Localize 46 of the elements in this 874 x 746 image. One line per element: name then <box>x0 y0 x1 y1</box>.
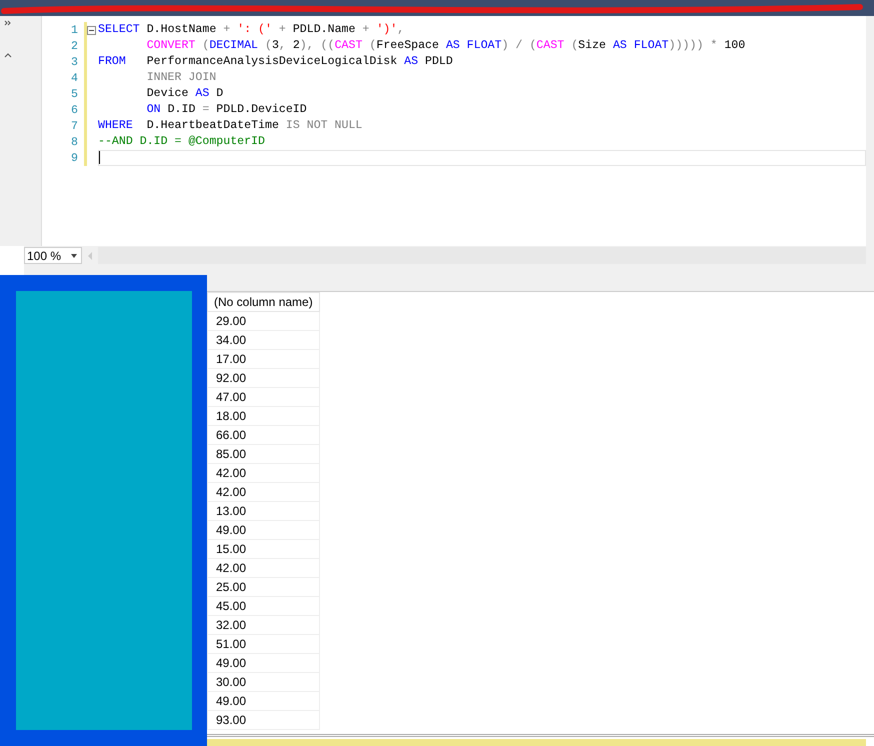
table-cell: 49.00 <box>208 654 320 672</box>
line-number: 1 <box>70 24 79 36</box>
line-number: 9 <box>70 152 79 164</box>
code-line: --AND D.ID = @ComputerID <box>98 134 265 150</box>
line-number: 4 <box>70 72 79 84</box>
code-line: SELECT D.HostName + ': (' + PDLD.Name + ')', <box>98 22 404 38</box>
line-number: 3 <box>70 56 79 68</box>
table-cell: 47.00 <box>208 388 320 406</box>
table-cell: 29.00 <box>208 312 320 330</box>
code-line: FROM PerformanceAnalysisDeviceLogicalDisk AS PDLD <box>98 54 453 70</box>
table-cell: 45.00 <box>208 596 320 616</box>
code-line: WHERE D.HeartbeatDateTime IS NOT NULL <box>98 118 362 134</box>
table-cell: 93.00 <box>208 710 320 730</box>
table-cell: 34.00 <box>208 330 320 350</box>
table-cell: 92.00 <box>208 368 320 388</box>
line-number: 5 <box>70 88 79 100</box>
line-number: 6 <box>70 104 79 116</box>
table-cell: 18.00 <box>208 406 320 426</box>
table-cell: 42.00 <box>208 464 320 482</box>
table-cell: 85.00 <box>208 444 320 464</box>
table-cell: 30.00 <box>208 672 320 692</box>
table-cell: 51.00 <box>208 634 320 654</box>
table-cell: 15.00 <box>208 540 320 558</box>
table-cell: 42.00 <box>208 558 320 578</box>
collapse-icon[interactable] <box>87 26 96 34</box>
line-number: 2 <box>70 40 79 52</box>
chevron-icon[interactable] <box>4 20 12 26</box>
table-cell: 49.00 <box>208 692 320 710</box>
caret-icon <box>71 254 77 258</box>
line-number: 8 <box>70 136 79 148</box>
table-cell: 42.00 <box>208 482 320 502</box>
table-cell: 32.00 <box>208 616 320 634</box>
code-line: CONVERT (DECIMAL (3, 2), ((CAST (FreeSpace AS FLOAT) / (CAST (Size AS FLOAT))))) * 100 <box>146 38 746 54</box>
code-line: ON D.ID = PDLD.DeviceID <box>146 102 307 118</box>
zoom-dropdown[interactable]: 100 % <box>24 247 82 264</box>
table-cell: 49.00 <box>208 520 320 540</box>
code-line: INNER JOIN <box>146 70 216 86</box>
table-cell: 25.00 <box>208 578 320 596</box>
column-header[interactable]: (No column name) <box>208 292 320 312</box>
table-cell: 17.00 <box>208 350 320 368</box>
text-cursor <box>99 151 100 164</box>
code-line: Device AS D <box>146 86 224 102</box>
caret-icon[interactable] <box>4 52 12 58</box>
table-cell: 13.00 <box>208 502 320 520</box>
table-cell: 66.00 <box>208 426 320 444</box>
line-number: 7 <box>70 120 79 132</box>
